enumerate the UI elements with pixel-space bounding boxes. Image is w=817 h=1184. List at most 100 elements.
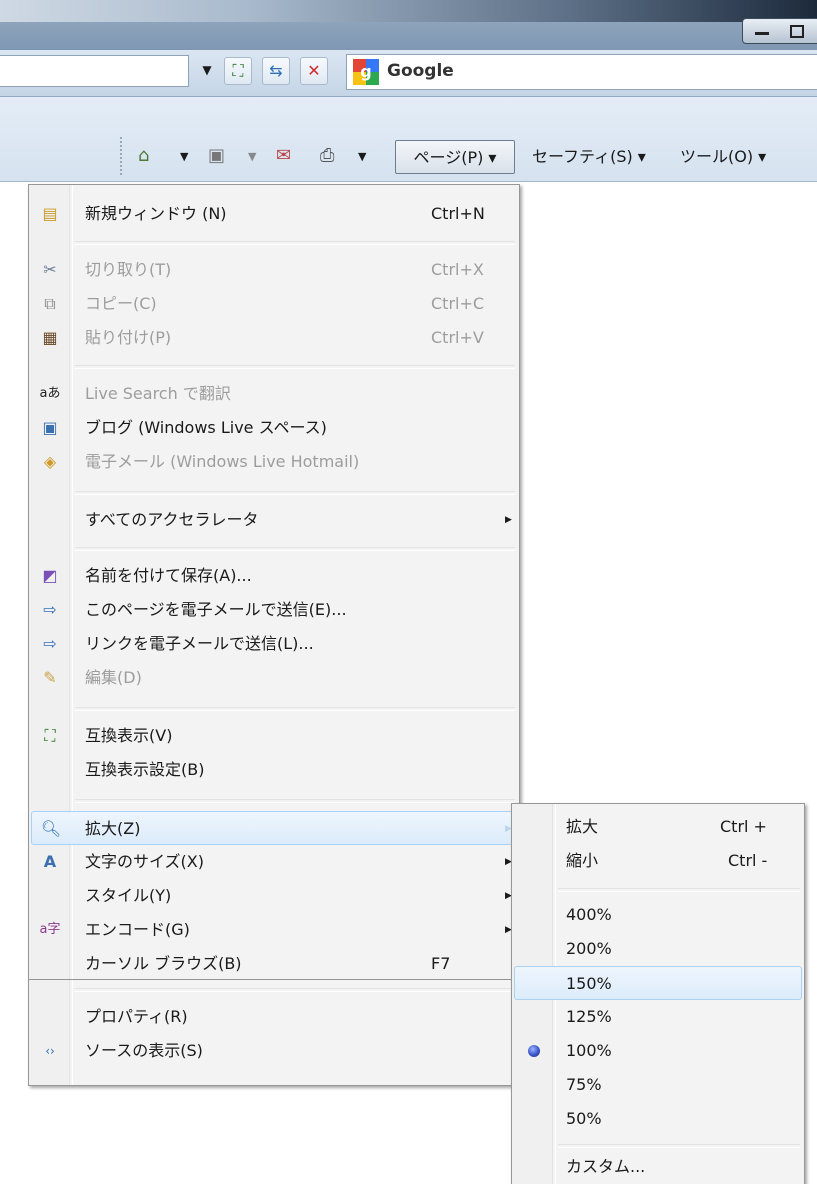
menu-item-label: リンクを電子メールで送信(L)... [85,634,314,653]
compatibility-view-icon[interactable]: ⛶ [224,57,252,85]
menu-item-label: 編集(D) [85,668,142,687]
menu-item-copy[interactable]: ⧉ コピー(C) Ctrl+C [31,287,517,321]
print-dropdown-icon[interactable]: ▼ [358,145,366,169]
menu-separator [75,988,515,992]
zoom-level-400[interactable]: 400% [514,898,802,932]
menu-separator [75,547,515,551]
zoom-submenu: 拡大 Ctrl + 縮小 Ctrl - 400% 200% 150% 125% … [511,803,805,1184]
menu-separator [75,799,515,803]
menu-item-label: 縮小 [566,851,599,870]
menu-item-label: 150% [566,974,612,993]
scissors-icon: ✂ [43,260,57,279]
menu-item-properties[interactable]: プロパティ(R) [31,1000,517,1034]
menu-item-shortcut: Ctrl+V [431,328,484,347]
home-icon[interactable]: ⌂ [138,143,149,169]
menu-item-label: 電子メール (Windows Live Hotmail) [85,452,360,471]
minimize-button[interactable] [742,18,782,44]
menu-item-label: Live Search で翻訳 [85,384,231,403]
encoding-icon: a字 [39,922,61,937]
zoom-level-100[interactable]: 100% [514,1034,802,1068]
view-source-icon: ‹› [45,1044,55,1058]
zoom-custom-item[interactable]: カスタム... [514,1150,802,1184]
zoom-in-item[interactable]: 拡大 Ctrl + [514,810,802,844]
menu-item-label: 新規ウィンドウ (N) [85,204,227,223]
blog-icon: ▣ [42,418,58,437]
menu-item-label: プロパティ(R) [85,1007,188,1026]
menu-item-new-window[interactable]: ▤ 新規ウィンドウ (N) Ctrl+N [31,197,517,231]
menu-item-shortcut: Ctrl+C [431,294,485,313]
menu-separator [558,1144,800,1148]
feeds-icon[interactable]: ▣ [208,143,225,169]
menu-item-label: 125% [566,1007,612,1026]
zoom-level-125[interactable]: 125% [514,1000,802,1034]
zoom-level-200[interactable]: 200% [514,932,802,966]
new-window-icon: ▤ [42,204,58,223]
menu-item-zoom[interactable]: 🔍︎ 拡大(Z) ▶ [31,811,517,845]
menu-item-label: 75% [566,1075,602,1094]
menu-separator [75,241,515,245]
zoom-icon: 🔍︎ [40,819,62,838]
search-box[interactable]: g Google [346,54,817,90]
selected-radio-icon [528,1045,540,1057]
safety-menu-button[interactable]: セーフティ(S) ▾ [532,140,646,174]
menu-item-edit[interactable]: ✎ 編集(D) [31,661,517,695]
tools-menu-button[interactable]: ツール(O) ▾ [680,140,766,174]
menu-item-encoding[interactable]: a字 エンコード(G) ▶ [31,913,517,947]
menu-item-label: 互換表示設定(B) [85,760,205,779]
menu-item-label: 貼り付け(P) [85,328,172,347]
menu-item-label: エンコード(G) [85,920,190,939]
feeds-dropdown-icon[interactable]: ▼ [248,145,256,169]
chevron-down-icon[interactable]: ▼ [196,57,218,83]
menu-item-label: 文字のサイズ(X) [85,852,204,871]
menu-item-label: このページを電子メールで送信(E)... [85,600,347,619]
menu-item-view-source[interactable]: ‹› ソースの表示(S) [31,1034,517,1068]
menu-item-save-as[interactable]: ◩ 名前を付けて保存(A)... [31,559,517,593]
text-size-icon: A [43,852,57,871]
menu-item-shortcut: Ctrl - [728,851,768,870]
read-mail-icon[interactable]: ✉ [276,143,291,169]
menu-separator [75,365,515,369]
menu-separator [75,491,515,495]
zoom-out-item[interactable]: 縮小 Ctrl - [514,844,802,878]
menu-item-label: コピー(C) [85,294,157,313]
menu-item-caret-browsing[interactable]: カーソル ブラウズ(B) F7 [31,947,517,981]
address-field[interactable] [0,55,189,87]
menu-item-label: 拡大 [566,817,599,836]
page-menu-button[interactable]: ページ(P) ▾ [395,140,515,174]
menu-item-cut[interactable]: ✂ 切り取り(T) Ctrl+X [31,253,517,287]
maximize-button[interactable] [781,18,817,44]
page-menu-bottom: プロパティ(R) ‹› ソースの表示(S) [28,980,520,1086]
menu-item-paste[interactable]: ▦ 貼り付け(P) Ctrl+V [31,321,517,355]
stop-icon[interactable]: ✕ [300,57,328,85]
menu-item-compatibility-settings[interactable]: 互換表示設定(B) [31,753,517,787]
save-icon: ◩ [42,566,58,585]
copy-icon: ⧉ [44,294,56,313]
home-dropdown-icon[interactable]: ▼ [180,145,188,169]
toolbar-divider [120,137,124,175]
print-icon[interactable]: ⎙ [320,143,334,169]
menu-item-blog[interactable]: ▣ ブログ (Windows Live スペース) [31,411,517,445]
menu-item-label: 400% [566,905,612,924]
menu-item-all-accelerators[interactable]: すべてのアクセラレータ ▶ [31,503,517,537]
email-icon: ◈ [43,452,57,471]
refresh-icon[interactable]: ⇆ [262,57,290,85]
zoom-level-150[interactable]: 150% [514,966,802,1000]
page-menu: ▤ 新規ウィンドウ (N) Ctrl+N ✂ 切り取り(T) Ctrl+X ⧉ … [28,184,520,980]
menu-item-label: 拡大(Z) [85,819,141,838]
menu-item-label: 切り取り(T) [85,260,172,279]
zoom-level-75[interactable]: 75% [514,1068,802,1102]
menu-item-send-page[interactable]: ⇨ このページを電子メールで送信(E)... [31,593,517,627]
menu-item-label: ブログ (Windows Live スペース) [85,418,327,437]
menu-item-translate[interactable]: aあ Live Search で翻訳 [31,377,517,411]
menu-separator [75,707,515,711]
title-bar [0,0,817,50]
menu-item-label: すべてのアクセラレータ [85,510,259,529]
zoom-level-50[interactable]: 50% [514,1102,802,1136]
menu-item-text-size[interactable]: A 文字のサイズ(X) ▶ [31,845,517,879]
menu-item-email[interactable]: ◈ 電子メール (Windows Live Hotmail) [31,445,517,479]
menu-item-label: 名前を付けて保存(A)... [85,566,252,585]
menu-item-send-link[interactable]: ⇨ リンクを電子メールで送信(L)... [31,627,517,661]
menu-item-compatibility-view[interactable]: ⛶ 互換表示(V) [31,719,517,753]
title-bar-gradient [0,0,817,22]
menu-item-style[interactable]: スタイル(Y) ▶ [31,879,517,913]
